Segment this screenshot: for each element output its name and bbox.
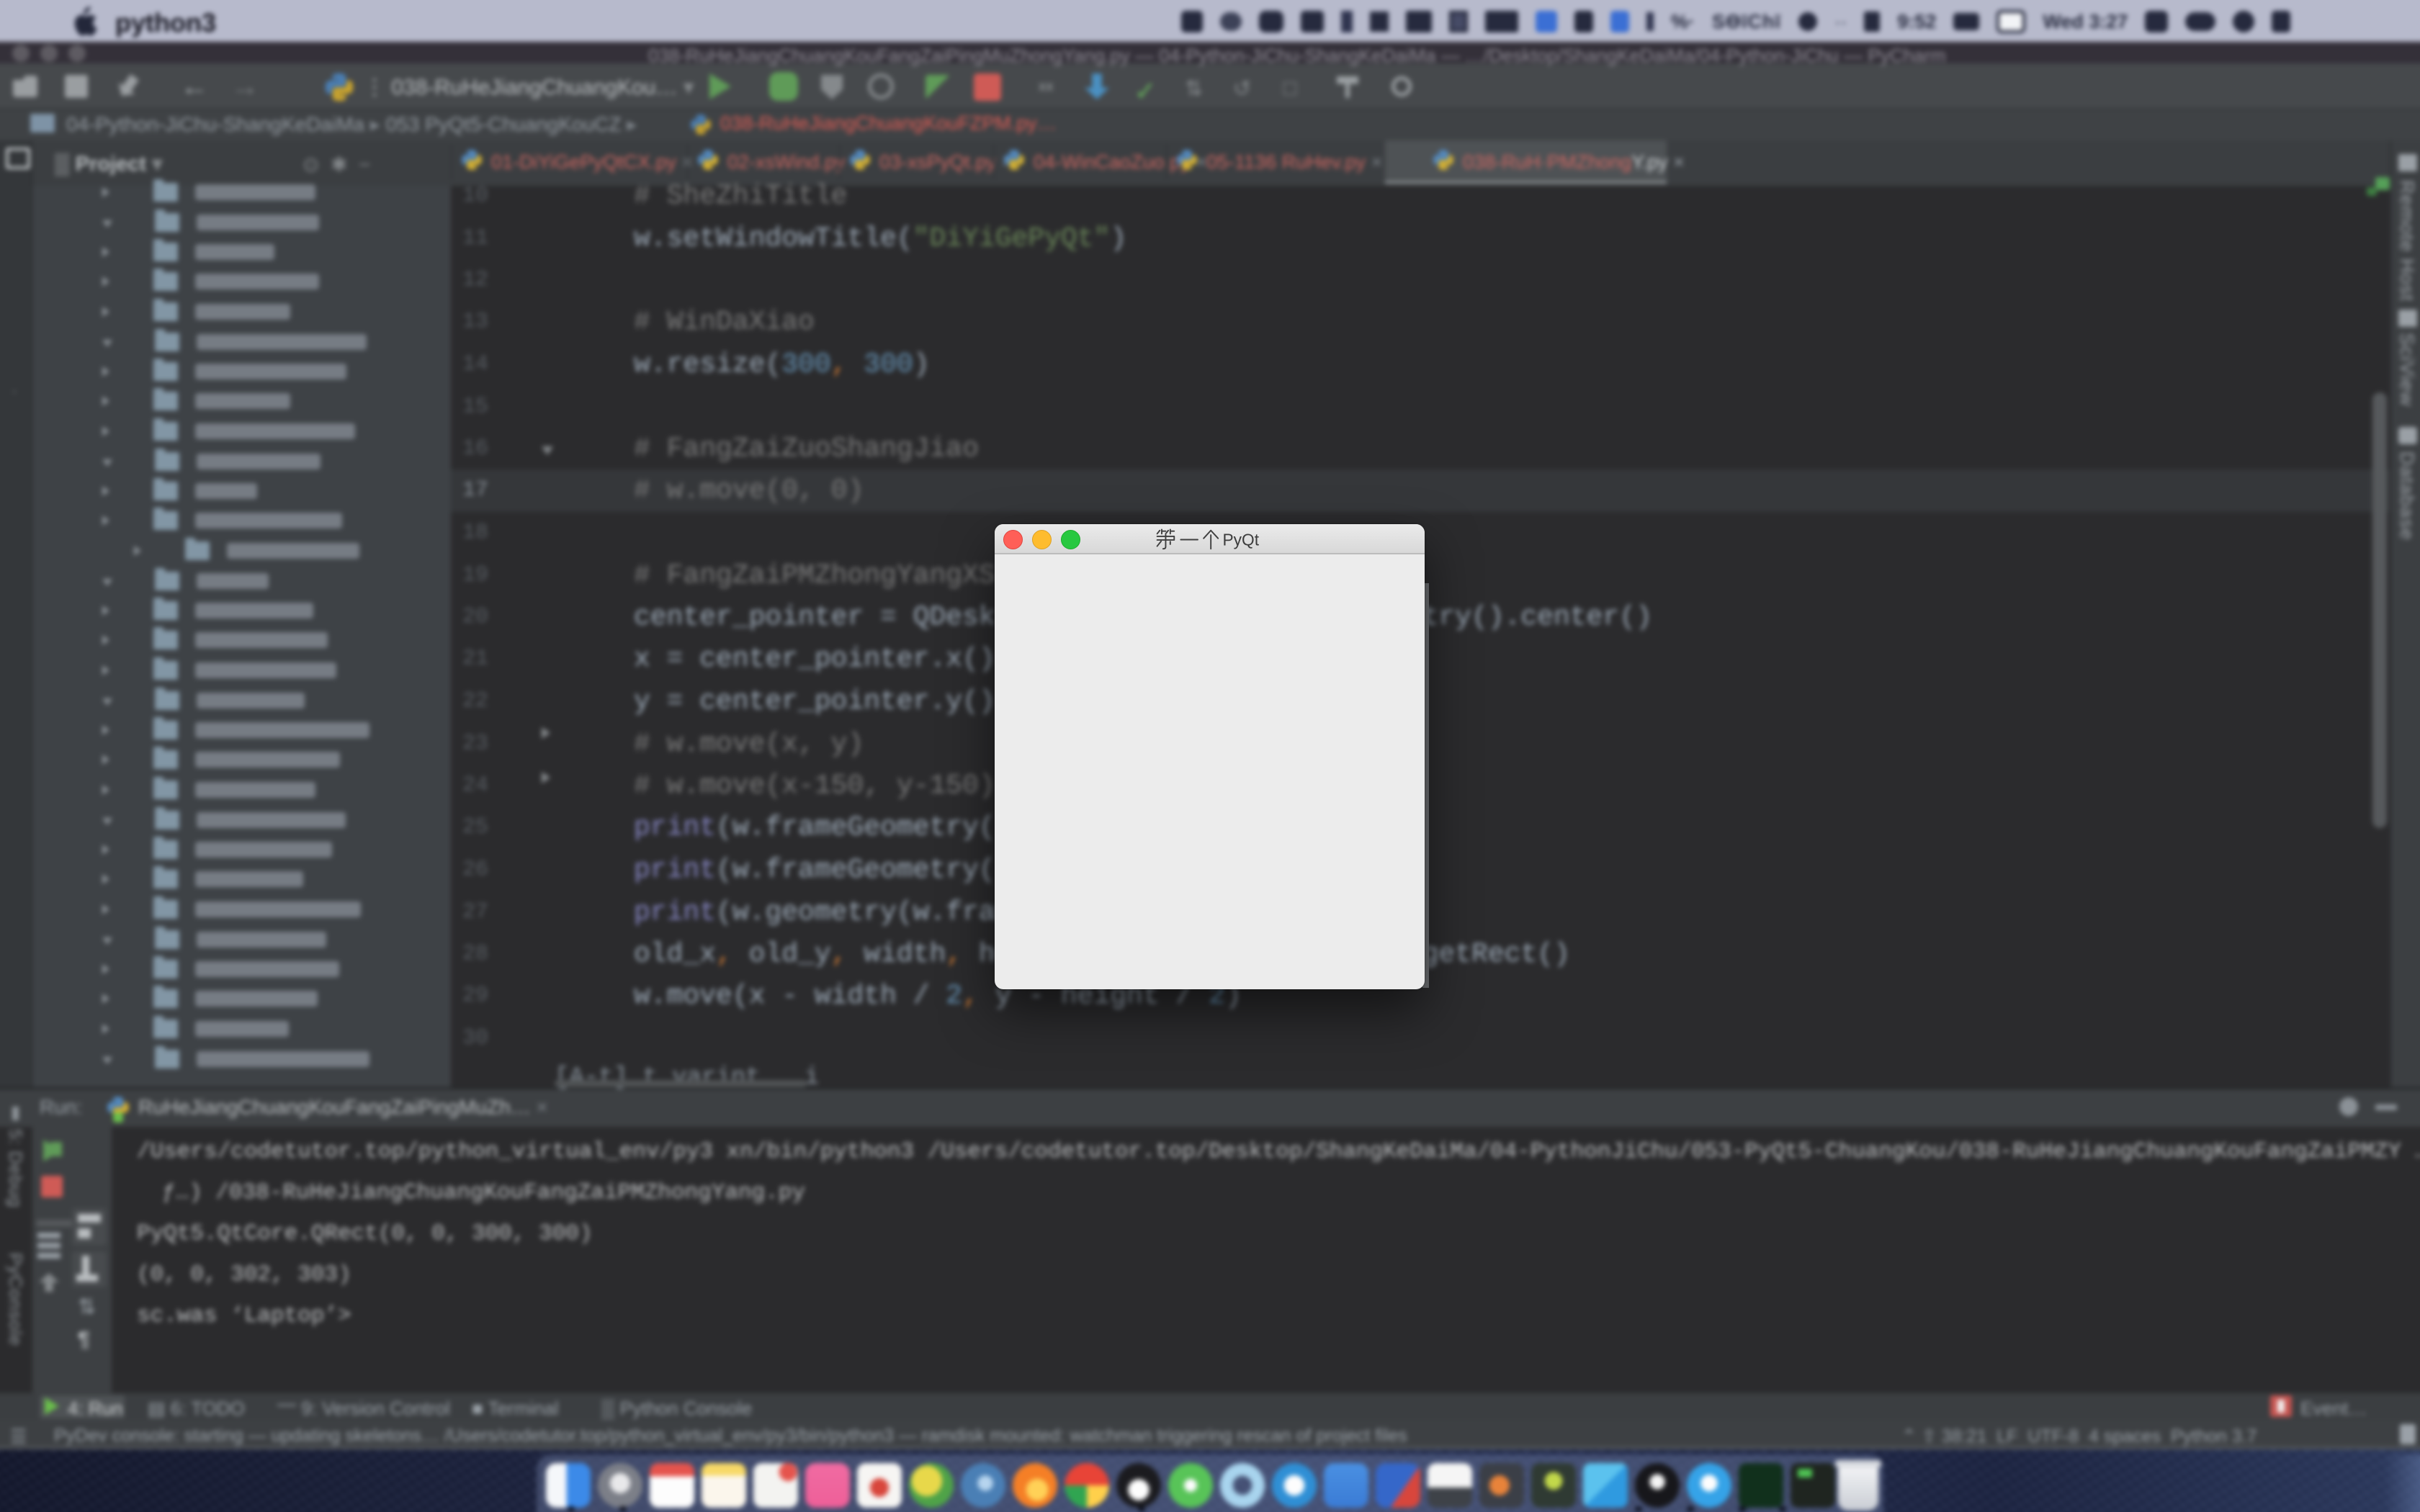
svg-text:PyQt: PyQt bbox=[1223, 531, 1260, 549]
